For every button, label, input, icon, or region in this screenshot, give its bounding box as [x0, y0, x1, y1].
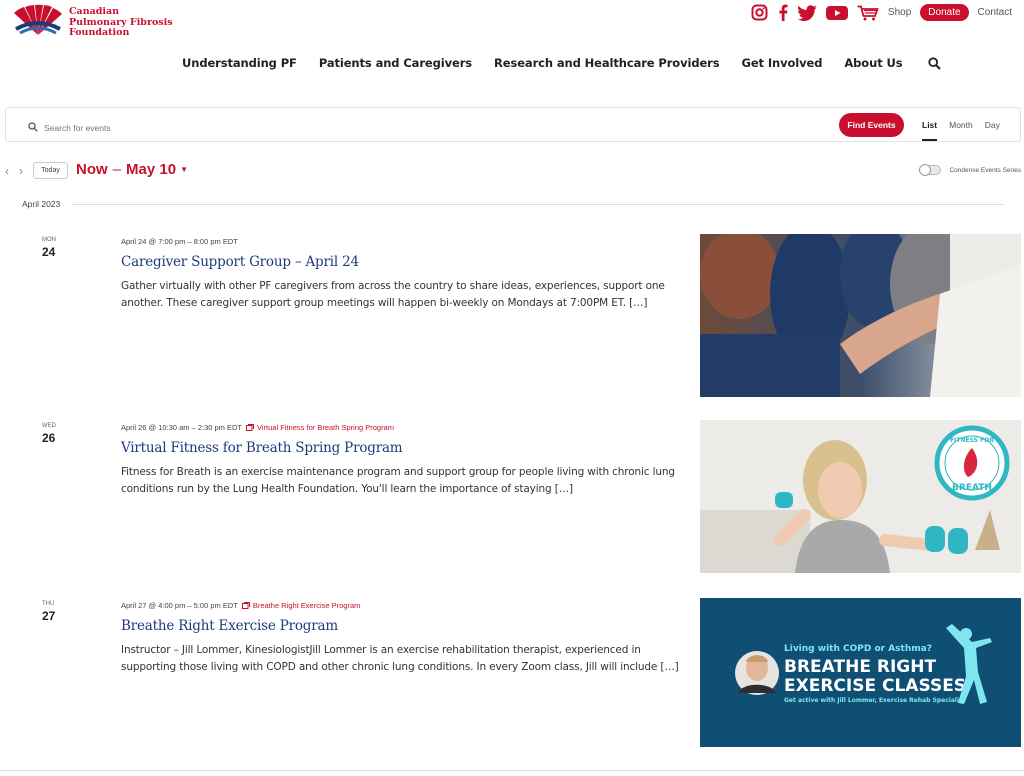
event-date: THU 27 — [42, 601, 72, 623]
search-icon — [28, 119, 38, 137]
promo-line3: EXERCISE CLASSES — [784, 676, 966, 696]
nav-research-healthcare[interactable]: Research and Healthcare Providers — [494, 56, 720, 70]
find-events-button[interactable]: Find Events — [839, 113, 904, 137]
event-weekday: WED — [42, 423, 56, 429]
event-datetime: April 27 @ 4:00 pm – 5:00 pm EDT — [121, 601, 238, 610]
event-datetime: April 24 @ 7:00 pm – 8:00 pm EDT — [121, 237, 238, 246]
promo-line4: Get active with Jill Lommer, Exercise Re… — [784, 697, 966, 704]
range-start: Now — [76, 161, 108, 178]
nav-understanding-pf[interactable]: Understanding PF — [182, 56, 297, 70]
nav-get-involved[interactable]: Get Involved — [742, 56, 823, 70]
event-weekday: MON — [42, 237, 56, 243]
recurring-series-icon — [246, 424, 255, 431]
footer-divider — [0, 770, 1024, 771]
month-separator: April 2023 — [22, 199, 1004, 209]
condense-series-control: Condense Events Series — [919, 164, 1021, 176]
youtube-icon[interactable] — [825, 5, 848, 21]
search-icon[interactable] — [928, 56, 942, 70]
event-title-link[interactable]: Caregiver Support Group – April 24 — [121, 254, 681, 270]
badge-top-text: FITNESS FOR — [950, 437, 994, 444]
badge-bottom-text: BREATH — [952, 483, 992, 493]
month-label: April 2023 — [22, 199, 61, 209]
org-name: Canadian Pulmonary Fibrosis Foundation — [69, 6, 173, 38]
view-tabs: List Month Day — [916, 108, 1006, 141]
event-title-link[interactable]: Breathe Right Exercise Program — [121, 618, 681, 634]
instagram-icon[interactable] — [751, 4, 768, 21]
tab-month[interactable]: Month — [943, 108, 979, 141]
promo-line2: BREATHE RIGHT — [784, 657, 936, 677]
event-date: WED 26 — [42, 423, 72, 445]
date-navigation: ‹ › Today Now – May 10 ▼ Condense Events… — [5, 161, 1021, 181]
shop-link[interactable]: Shop — [888, 7, 911, 18]
shopping-cart-icon[interactable] — [857, 5, 879, 21]
donate-button[interactable]: Donate — [920, 4, 969, 21]
event-search-input[interactable] — [44, 123, 244, 133]
event-description: Fitness for Breath is an exercise mainte… — [121, 466, 675, 495]
previous-arrow-icon[interactable]: ‹ — [5, 164, 9, 178]
tab-day[interactable]: Day — [979, 108, 1006, 141]
event-day: 27 — [42, 609, 56, 623]
event-description: Instructor – Jill Lommer, KinesiologistJ… — [121, 644, 679, 673]
condense-series-label: Condense Events Series — [949, 166, 1021, 174]
range-separator: – — [112, 161, 122, 178]
event-title-link[interactable]: Virtual Fitness for Breath Spring Progra… — [121, 440, 681, 456]
chevron-down-icon: ▼ — [180, 165, 188, 174]
event-day: 24 — [42, 245, 56, 259]
condense-series-toggle[interactable] — [919, 164, 942, 176]
today-button[interactable]: Today — [33, 162, 68, 179]
event-description: Gather virtually with other PF caregiver… — [121, 280, 665, 309]
event-image[interactable]: Living with COPD or Asthma? BREATHE RIGH… — [700, 598, 1021, 747]
event-image[interactable] — [700, 234, 1021, 397]
events-search-bar: Find Events List Month Day — [5, 107, 1021, 142]
event-weekday: THU — [42, 601, 55, 607]
event-image[interactable]: FITNESS FOR BREATH — [700, 420, 1021, 573]
nav-about-us[interactable]: About Us — [844, 56, 902, 70]
tab-list[interactable]: List — [916, 108, 943, 141]
event-day: 26 — [42, 431, 56, 445]
nav-patients-caregivers[interactable]: Patients and Caregivers — [319, 56, 472, 70]
event-datetime: April 26 @ 10:30 am – 2:30 pm EDT — [121, 423, 243, 432]
twitter-icon[interactable] — [797, 4, 817, 21]
recurring-series-icon — [241, 602, 250, 609]
fan-logo-icon — [14, 4, 62, 35]
event-search — [28, 119, 244, 137]
event-series-link[interactable]: Breathe Right Exercise Program — [253, 601, 361, 610]
utility-bar: Shop Donate Contact — [751, 4, 1012, 21]
contact-link[interactable]: Contact — [978, 7, 1012, 18]
range-end: May 10 — [126, 161, 177, 178]
date-range-selector[interactable]: Now – May 10 ▼ — [76, 161, 188, 178]
facebook-icon[interactable] — [777, 4, 789, 21]
event-series-link[interactable]: Virtual Fitness for Breath Spring Progra… — [257, 423, 394, 432]
next-arrow-icon[interactable]: › — [19, 164, 23, 178]
org-logo[interactable]: Canadian Pulmonary Fibrosis Foundation — [10, 3, 173, 39]
event-date: MON 24 — [42, 237, 72, 259]
promo-line1: Living with COPD or Asthma? — [784, 644, 932, 654]
main-navigation: Understanding PF Patients and Caregivers… — [182, 56, 942, 70]
